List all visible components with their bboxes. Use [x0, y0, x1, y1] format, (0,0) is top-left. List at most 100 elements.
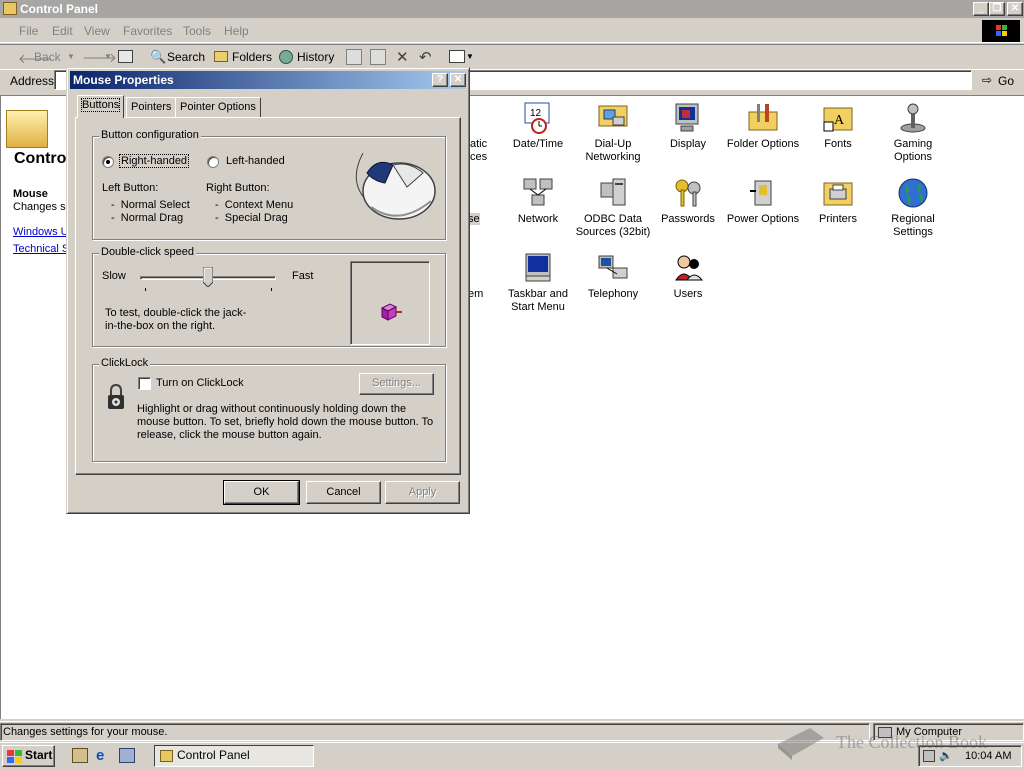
- history-button[interactable]: History: [297, 50, 334, 64]
- tab-pointers[interactable]: Pointers: [126, 97, 177, 117]
- icon-display[interactable]: Display: [650, 102, 726, 151]
- group-label: Button configuration: [99, 129, 201, 141]
- icon-label: ODBC Data Sources (32bit): [575, 213, 651, 238]
- help-icon[interactable]: ?: [432, 73, 448, 87]
- icon-users[interactable]: Users: [650, 252, 726, 301]
- icon-fonts[interactable]: A Fonts: [800, 102, 876, 151]
- icon-telephony[interactable]: Telephony: [575, 252, 651, 301]
- mouse-illustration-icon: [349, 143, 439, 232]
- icon-label: Fonts: [824, 138, 852, 150]
- joystick-icon: [897, 102, 929, 134]
- tab-buttons[interactable]: Buttons: [77, 95, 125, 118]
- keys-icon: [672, 177, 704, 209]
- icon-printers[interactable]: Printers: [800, 177, 876, 226]
- group-label: ClickLock: [99, 357, 151, 369]
- right-handed-label[interactable]: Right-handed: [118, 154, 190, 168]
- back-dropdown-icon[interactable]: ▼: [67, 52, 75, 61]
- channels-icon[interactable]: [119, 748, 135, 763]
- icon-label: Printers: [819, 213, 857, 225]
- left-handed-radio[interactable]: [207, 156, 219, 168]
- partial-label: atic: [470, 138, 488, 150]
- delete-icon[interactable]: ✕: [396, 48, 409, 66]
- show-desktop-icon[interactable]: [72, 748, 88, 763]
- book-icon: [774, 722, 826, 767]
- telephony-icon: [597, 252, 629, 284]
- taskbar-icon: [522, 252, 554, 284]
- menu-edit[interactable]: Edit: [52, 24, 73, 38]
- tab-label: Buttons: [80, 98, 121, 112]
- search-button[interactable]: Search: [167, 50, 205, 64]
- windows-update-link[interactable]: Windows U: [13, 226, 69, 238]
- go-arrow-icon: ⇨: [982, 73, 993, 87]
- folder-options-icon: [747, 102, 779, 134]
- clicklock-settings-button[interactable]: Settings...: [359, 373, 434, 395]
- tab-pointer-options[interactable]: Pointer Options: [175, 97, 261, 117]
- icon-odbc[interactable]: ODBC Data Sources (32bit): [575, 177, 651, 239]
- left-button-item: - Normal Drag: [111, 212, 184, 224]
- display-icon: [672, 102, 704, 134]
- folders-button[interactable]: Folders: [232, 50, 272, 64]
- taskbar-control-panel[interactable]: Control Panel: [154, 745, 314, 767]
- internet-explorer-icon[interactable]: e: [96, 747, 104, 764]
- fonts-icon: A: [822, 102, 854, 134]
- move-to-icon[interactable]: [346, 49, 362, 65]
- icon-label: Folder Options: [726, 138, 800, 150]
- copy-to-icon[interactable]: [370, 49, 386, 65]
- test-area[interactable]: [350, 261, 430, 345]
- tab-panel-buttons: Button configuration Right-handed Left-h…: [75, 117, 461, 475]
- right-handed-radio[interactable]: [102, 156, 114, 168]
- left-button-item: - Normal Select: [111, 199, 190, 211]
- menu-file[interactable]: File: [19, 24, 38, 38]
- left-handed-label[interactable]: Left-handed: [226, 155, 285, 167]
- menu-view[interactable]: View: [84, 24, 110, 38]
- slow-label: Slow: [102, 270, 126, 282]
- svg-text:A: A: [834, 113, 845, 128]
- forward-dropdown-icon[interactable]: ▼: [104, 52, 112, 61]
- icon-passwords[interactable]: Passwords: [650, 177, 726, 226]
- jack-in-the-box-icon[interactable]: [380, 302, 404, 325]
- technical-support-link[interactable]: Technical S: [13, 243, 69, 255]
- icon-network[interactable]: Network: [500, 177, 576, 226]
- slider-thumb[interactable]: [202, 266, 214, 288]
- printers-icon: [822, 177, 854, 209]
- menu-favorites[interactable]: Favorites: [123, 24, 172, 38]
- icon-label: Date/Time: [512, 138, 564, 150]
- icon-power-options[interactable]: Power Options: [725, 177, 801, 226]
- dialog-titlebar[interactable]: Mouse Properties ? ✕: [70, 71, 466, 89]
- dialog-close-icon[interactable]: ✕: [450, 73, 466, 87]
- clicklock-checkbox[interactable]: [138, 377, 151, 390]
- menu-tools[interactable]: Tools: [183, 24, 211, 38]
- folder-banner-icon: [6, 110, 48, 148]
- cancel-button[interactable]: Cancel: [306, 481, 381, 504]
- start-button[interactable]: Start: [2, 745, 55, 767]
- close-icon[interactable]: ✕: [1007, 2, 1023, 16]
- restore-icon[interactable]: ❐: [989, 2, 1005, 16]
- views-dropdown-icon[interactable]: ▼: [466, 52, 474, 61]
- network-icon: [522, 177, 554, 209]
- ok-button[interactable]: OK: [223, 480, 300, 505]
- icon-dial-up-networking[interactable]: Dial-Up Networking: [575, 102, 651, 164]
- control-panel-icon: [3, 2, 17, 15]
- right-button-heading: Right Button:: [206, 182, 270, 194]
- up-folder-icon[interactable]: [118, 50, 133, 63]
- clicklock-description: Highlight or drag without continuously h…: [137, 403, 434, 441]
- control-panel-task-icon: [160, 750, 173, 762]
- minimize-icon[interactable]: _: [973, 2, 989, 16]
- clicklock-checkbox-label[interactable]: Turn on ClickLock: [156, 377, 244, 389]
- go-button[interactable]: Go: [998, 74, 1014, 88]
- icon-gaming-options[interactable]: Gaming Options: [875, 102, 951, 164]
- icon-folder-options[interactable]: Folder Options: [725, 102, 801, 151]
- main-window-titlebar[interactable]: Control Panel _ ❐ ✕: [0, 0, 1024, 18]
- partial-label: em: [468, 288, 484, 300]
- views-icon[interactable]: [449, 50, 465, 63]
- watermark: The Collection Book: [778, 728, 987, 760]
- icon-regional-settings[interactable]: Regional Settings: [875, 177, 951, 239]
- apply-button[interactable]: Apply: [385, 481, 460, 504]
- tab-label: Pointers: [131, 101, 172, 113]
- left-button-heading: Left Button:: [102, 182, 159, 194]
- back-button[interactable]: Back: [34, 50, 61, 64]
- undo-icon[interactable]: ↶: [419, 48, 432, 66]
- menu-help[interactable]: Help: [224, 24, 249, 38]
- icon-taskbar-start-menu[interactable]: Taskbar and Start Menu: [500, 252, 576, 314]
- icon-date-time[interactable]: 12 Date/Time: [500, 102, 576, 151]
